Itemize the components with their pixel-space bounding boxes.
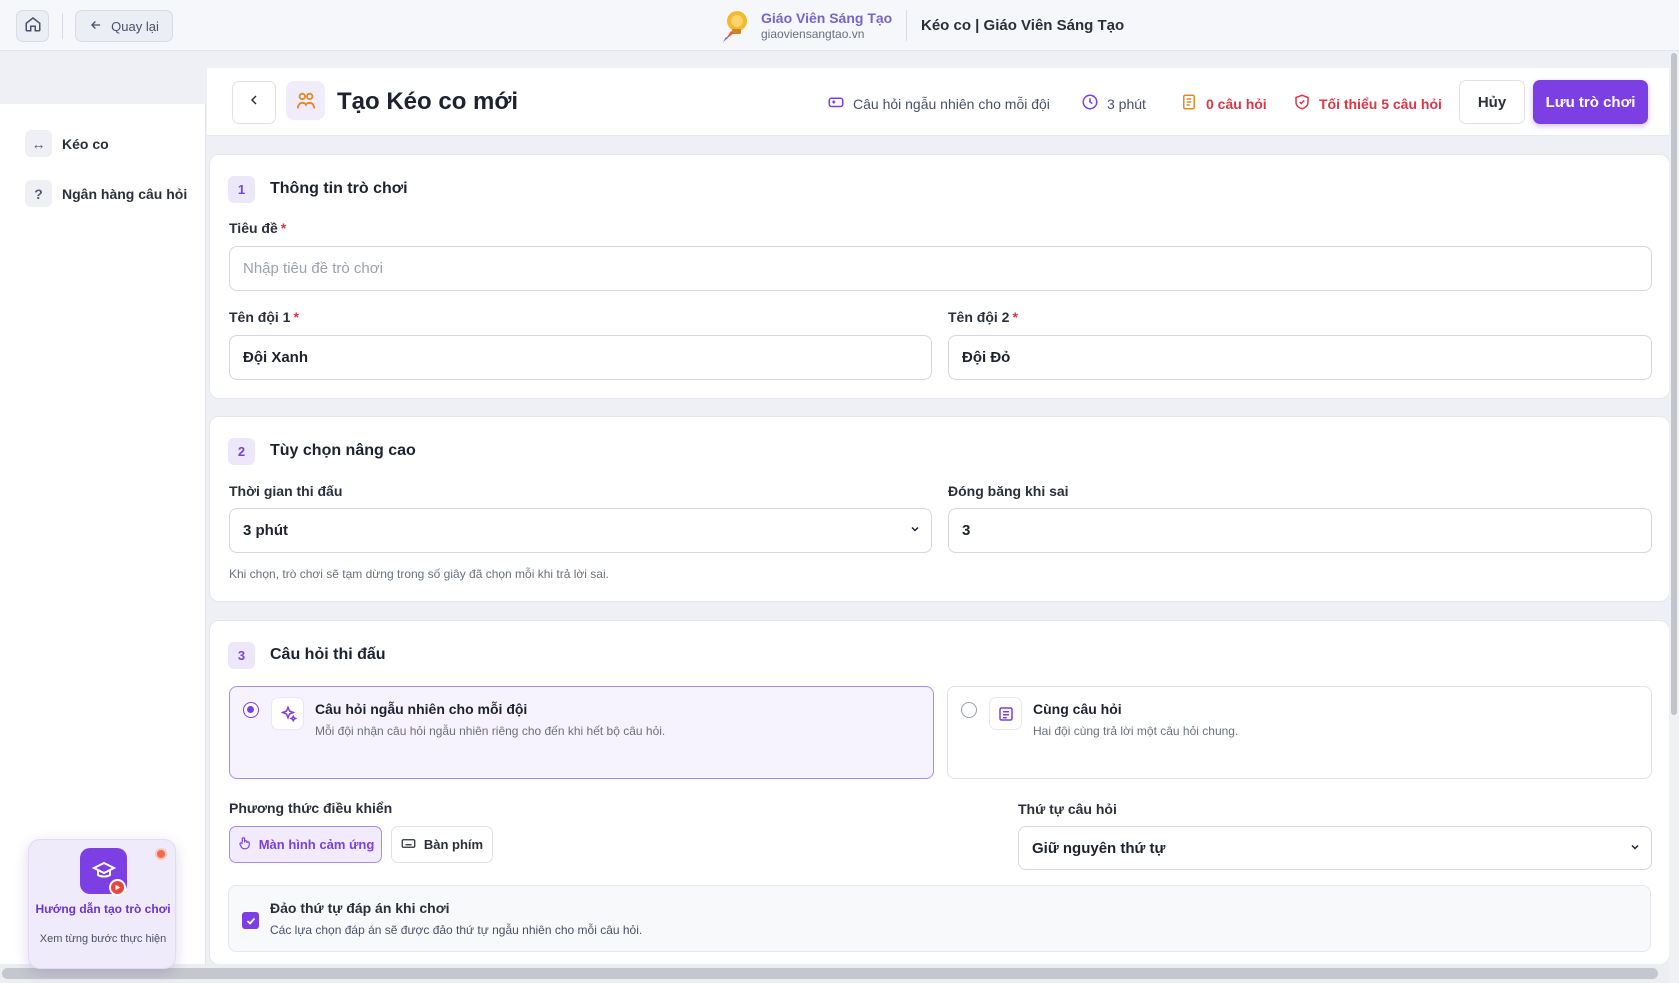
section-advanced-options: 2 Tùy chọn nâng cao Thời gian thi đấu 3 … — [209, 416, 1670, 602]
freeze-hint: Khi chọn, trò chơi sẽ tạm dừng trong số … — [229, 567, 609, 581]
sidebar-item-label: Ngân hàng câu hỏi — [62, 185, 188, 202]
option-description: Hai đội cùng trả lời một câu hỏi chung. — [1033, 724, 1239, 738]
hand-pointer-icon — [237, 836, 251, 853]
radio-selected[interactable] — [243, 702, 259, 718]
brand[interactable]: Giáo Viên Sáng Tạo giaoviensangtao.vn — [717, 7, 892, 43]
meta-question-count: 0 câu hỏi — [1180, 93, 1267, 114]
question-order-select[interactable]: Giữ nguyên thứ tự — [1018, 826, 1652, 870]
toolbar-back-button[interactable] — [232, 81, 276, 124]
section-title: Thông tin trò chơi — [270, 180, 408, 197]
sidebar-item-question-bank[interactable]: ? Ngân hàng câu hỏi — [25, 180, 187, 207]
lightbulb-logo-icon — [717, 7, 753, 43]
title-input[interactable]: Nhập tiêu đề trò chơi — [229, 246, 1652, 291]
chevron-down-icon — [1629, 840, 1641, 857]
header-divider — [62, 13, 63, 39]
arrow-left-icon — [89, 18, 103, 35]
list-icon — [989, 697, 1022, 730]
top-header: Quay lại Giáo Viên Sáng Tạo giaoviensang… — [0, 0, 1679, 51]
section-game-info: 1 Thông tin trò chơi Tiêu đề * Nhập tiêu … — [209, 154, 1670, 399]
back-label: Quay lại — [111, 18, 159, 34]
team1-input[interactable]: Đội Xanh — [229, 335, 932, 380]
option-title: Cùng câu hỏi — [1033, 701, 1122, 717]
control-keyboard-button[interactable]: Bàn phím — [391, 826, 493, 863]
meta-min-requirement: Tối thiểu 5 câu hỏi — [1293, 93, 1442, 114]
question-order-label: Thứ tự câu hỏi — [1018, 801, 1117, 817]
chevron-left-icon — [246, 92, 262, 113]
freeze-label: Đóng băng khi sai — [948, 483, 1069, 499]
team2-input[interactable]: Đội Đỏ — [948, 335, 1652, 380]
chevron-down-icon — [909, 522, 921, 539]
gamepad-icon — [827, 93, 845, 114]
keyboard-icon — [401, 836, 416, 854]
back-button[interactable]: Quay lại — [75, 10, 173, 42]
freeze-input[interactable]: 3 — [948, 508, 1652, 553]
team1-label: Tên đội 1 * — [229, 309, 299, 325]
step-number: 3 — [228, 642, 255, 669]
editor-toolbar: Tạo Kéo co mới Câu hỏi ngẫu nhiên cho mỗ… — [207, 68, 1670, 136]
step-number: 2 — [228, 438, 255, 465]
horizontal-scrollbar[interactable] — [0, 964, 1669, 983]
duration-select[interactable]: 3 phút — [229, 508, 932, 553]
shuffle-title: Đảo thứ tự đáp án khi chơi — [270, 900, 450, 916]
brand-url: giaoviensangtao.vn — [761, 26, 865, 41]
shuffle-answers-checkbox[interactable] — [242, 912, 259, 929]
option-same-questions[interactable]: Cùng câu hỏi Hai đội cùng trả lời một câ… — [947, 686, 1652, 779]
title-label: Tiêu đề * — [229, 220, 287, 236]
tutorial-subtitle: Xem từng bước thực hiện — [39, 933, 167, 945]
brand-name: Giáo Viên Sáng Tạo — [761, 9, 893, 26]
section-title: Câu hỏi thi đấu — [270, 646, 386, 663]
shuffle-answers-option: Đảo thứ tự đáp án khi chơi Các lựa chọn … — [228, 885, 1651, 952]
sidebar-item-label: Kéo co — [62, 135, 109, 152]
sparkles-icon — [271, 697, 304, 730]
home-button[interactable] — [16, 10, 49, 42]
team2-label: Tên đội 2 * — [948, 309, 1018, 325]
option-random-questions[interactable]: Câu hỏi ngẫu nhiên cho mỗi đội Mỗi đội n… — [229, 686, 934, 779]
radio-unselected[interactable] — [961, 702, 977, 718]
section-questions: 3 Câu hỏi thi đấu Câu hỏi ngẫu nhiên cho… — [209, 620, 1670, 965]
page-heading: Kéo co | Giáo Viên Sáng Tạo — [921, 17, 1125, 34]
meta-duration: 3 phút — [1081, 93, 1146, 114]
shuffle-description: Các lựa chọn đáp án sẽ được đảo thứ tự n… — [270, 923, 643, 937]
option-description: Mỗi đội nhận câu hỏi ngẫu nhiên riêng ch… — [315, 724, 666, 738]
play-icon — [109, 879, 126, 896]
control-touch-button[interactable]: Màn hình cảm ứng — [229, 826, 382, 863]
step-number: 1 — [228, 176, 255, 203]
question-mark-icon: ? — [25, 180, 52, 207]
control-method-label: Phương thức điều khiển — [229, 800, 393, 816]
meta-mode: Câu hỏi ngẫu nhiên cho mỗi đội — [827, 93, 1050, 114]
cancel-button[interactable]: Hủy — [1459, 80, 1525, 124]
arrows-horizontal-icon: ↔ — [25, 130, 52, 157]
section-title: Tùy chọn nâng cao — [270, 442, 416, 459]
vertical-scrollbar[interactable] — [1669, 51, 1679, 983]
notification-dot — [155, 848, 167, 860]
document-icon — [1180, 93, 1198, 114]
game-type-icon — [286, 81, 325, 120]
clock-icon — [1081, 93, 1099, 114]
sidebar-item-keo-co[interactable]: ↔ Kéo co — [25, 130, 109, 157]
duration-label: Thời gian thi đấu — [229, 483, 343, 499]
page-title: Tạo Kéo co mới — [337, 88, 519, 115]
tutorial-widget[interactable]: Hướng dẫn tạo trò chơi Xem từng bước thự… — [28, 839, 176, 969]
option-title: Câu hỏi ngẫu nhiên cho mỗi đội — [315, 701, 528, 717]
brand-divider — [906, 10, 907, 41]
home-icon — [24, 15, 42, 38]
tutorial-title: Hướng dẫn tạo trò chơi — [35, 902, 171, 916]
save-game-button[interactable]: Lưu trò chơi — [1533, 80, 1648, 124]
shield-check-icon — [1293, 93, 1311, 114]
